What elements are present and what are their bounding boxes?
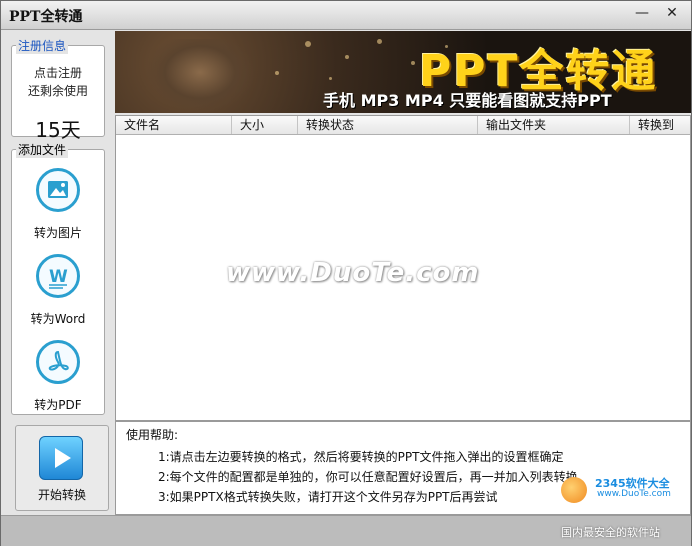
banner: PPT全转通 手机 MP3 MP4 只要能看图就支持PPT: [115, 31, 691, 113]
svg-text:W: W: [49, 267, 68, 287]
start-convert-label: 开始转换: [37, 488, 86, 502]
convert-word-button[interactable]: W 转为Word: [12, 248, 104, 336]
register-title: 注册信息: [16, 37, 69, 54]
add-files-panel: 添加文件 转为图片 W 转为Word 转为PDF: [11, 141, 105, 415]
help-line: 2:每个文件的配置都是单独的，你可以任意配置好设置后，再一并加入列表转换: [158, 470, 578, 484]
add-files-title: 添加文件: [16, 141, 69, 158]
app-window: PPT全转通 — ✕ 注册信息 点击注册 还剩余使用 15天 添加文件 转为图片: [0, 0, 692, 546]
remaining-label: 还剩余使用: [27, 84, 88, 98]
cat-photo: [145, 39, 255, 113]
word-icon: W: [36, 254, 80, 298]
corner-watermark-tagline: 国内最安全的软件站: [561, 526, 660, 539]
register-panel: 注册信息 点击注册 还剩余使用 15天: [11, 37, 105, 142]
minimize-button[interactable]: —: [631, 4, 653, 22]
pdf-icon: [36, 340, 80, 384]
column-header-convert-to[interactable]: 转换到: [630, 116, 690, 134]
start-convert-button[interactable]: 开始转换: [15, 425, 109, 511]
banner-slogan: 手机 MP3 MP4 只要能看图就支持PPT: [323, 91, 612, 110]
file-list-header: 文件名 大小 转换状态 输出文件夹 转换到: [116, 116, 690, 135]
convert-pdf-label: 转为PDF: [34, 398, 82, 412]
play-icon: [39, 436, 83, 480]
convert-image-button[interactable]: 转为图片: [12, 162, 104, 250]
sidebar: 注册信息 点击注册 还剩余使用 15天 添加文件 转为图片 W 转为Word 转…: [5, 31, 113, 515]
status-bar: 国内最安全的软件站: [1, 515, 691, 546]
convert-pdf-button[interactable]: 转为PDF: [12, 334, 104, 422]
watermark-text: www.DuoTe.com: [226, 258, 480, 288]
column-header-size[interactable]: 大小: [232, 116, 298, 134]
remaining-days: 15天: [35, 118, 81, 142]
column-header-output-folder[interactable]: 输出文件夹: [478, 116, 630, 134]
mascot-icon: [561, 477, 587, 503]
corner-watermark-url: www.DuoTe.com: [597, 489, 671, 499]
convert-image-label: 转为图片: [33, 226, 82, 240]
image-icon: [36, 168, 80, 212]
corner-watermark: 2345软件大全 www.DuoTe.com: [557, 471, 691, 511]
close-button[interactable]: ✕: [661, 4, 683, 22]
column-header-filename[interactable]: 文件名: [116, 116, 232, 134]
register-link[interactable]: 点击注册: [12, 64, 104, 81]
help-title: 使用帮助:: [126, 428, 179, 442]
help-line: 1:请点击左边要转换的格式，然后将要转换的PPT文件拖入弹出的设置框确定: [158, 450, 564, 464]
file-list[interactable]: 文件名 大小 转换状态 输出文件夹 转换到 www.DuoTe.com: [115, 115, 691, 421]
help-line: 3:如果PPTX格式转换失败，请打开这个文件另存为PPT后再尝试: [158, 490, 498, 504]
column-header-status[interactable]: 转换状态: [298, 116, 478, 134]
convert-word-label: 转为Word: [30, 312, 86, 326]
window-title: PPT全转通: [9, 9, 83, 25]
title-bar[interactable]: PPT全转通 — ✕: [1, 1, 691, 30]
